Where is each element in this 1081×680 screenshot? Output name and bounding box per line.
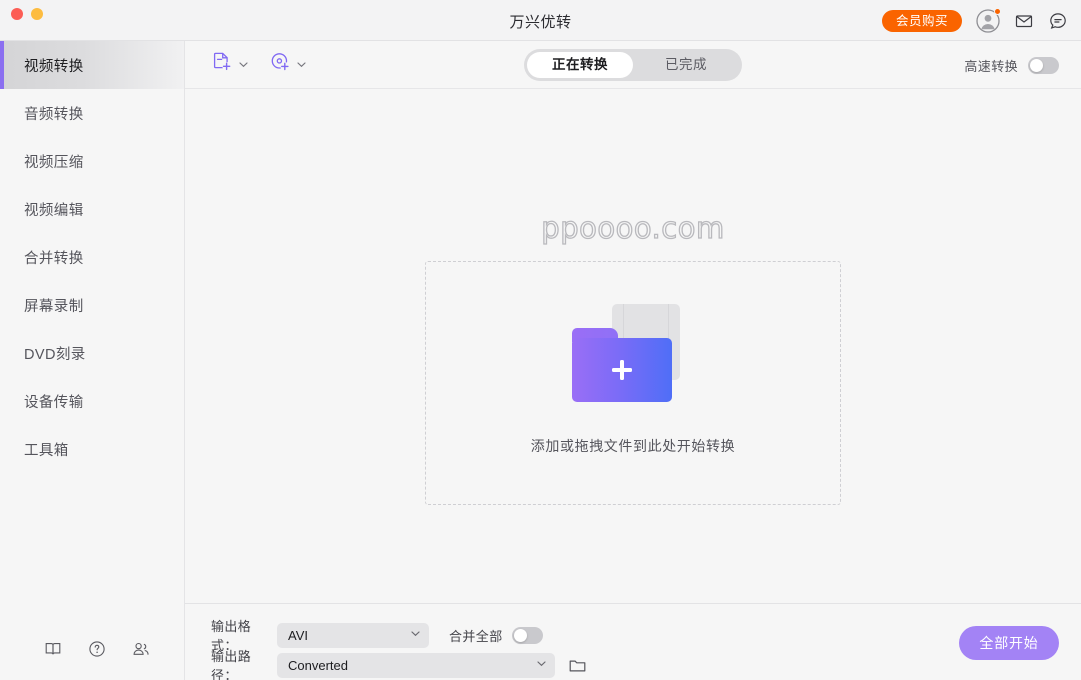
- buy-membership-button[interactable]: 会员购买: [881, 9, 962, 32]
- sidebar-item-label: 视频压缩: [24, 154, 84, 171]
- sidebar-item-video-convert[interactable]: 视频转换: [0, 41, 184, 89]
- notification-badge: [994, 7, 1001, 15]
- bottom-bar: 输出格式： AVI 合并全部 输出路径： Converted 全部开始: [185, 603, 1081, 680]
- file-dropzone[interactable]: 添加或拖拽文件到此处开始转换: [425, 261, 841, 505]
- sidebar-item-label: 合并转换: [24, 250, 84, 267]
- main-panel: 正在转换 已完成 高速转换 ppoooo.com 添加或拖拽文件到此处开始转换 …: [185, 41, 1081, 680]
- tab-converting[interactable]: 正在转换: [527, 52, 633, 78]
- add-disc-icon[interactable]: [269, 51, 291, 78]
- toolbar: 正在转换 已完成 高速转换: [185, 41, 1081, 89]
- highspeed-toggle[interactable]: [1028, 56, 1059, 74]
- output-path-row: 输出路径： Converted: [211, 646, 587, 680]
- sidebar-item-label: 音频转换: [24, 106, 84, 123]
- help-icon[interactable]: [88, 640, 106, 658]
- add-file-chevron-down-icon[interactable]: [238, 59, 249, 70]
- output-path-label: 输出路径：: [211, 649, 252, 680]
- output-format-select[interactable]: AVI: [277, 622, 429, 648]
- sidebar-footer: [0, 640, 184, 658]
- sidebar-item-device-transfer[interactable]: 设备传输: [0, 377, 184, 425]
- add-file-icon[interactable]: [211, 51, 233, 78]
- highspeed-control: 高速转换: [964, 41, 1059, 89]
- folder-shape: [572, 328, 672, 402]
- sidebar-item-label: 视频编辑: [24, 202, 84, 219]
- tab-completed[interactable]: 已完成: [633, 52, 739, 78]
- sidebar: 视频转换 音频转换 视频压缩 视频编辑 合并转换 屏幕录制 DVD刻录 设备传输: [0, 41, 185, 680]
- merge-all-toggle[interactable]: [511, 626, 543, 644]
- sidebar-item-label: 视频转换: [24, 58, 84, 75]
- conversion-tabs: 正在转换 已完成: [524, 49, 742, 81]
- user-avatar-icon[interactable]: [976, 7, 1001, 33]
- sidebar-item-label: 设备传输: [24, 394, 84, 411]
- add-disc-group[interactable]: [269, 51, 307, 78]
- sidebar-item-toolbox[interactable]: 工具箱: [0, 425, 184, 473]
- drop-canvas: ppoooo.com 添加或拖拽文件到此处开始转换: [185, 89, 1081, 594]
- add-disc-chevron-down-icon[interactable]: [296, 59, 307, 70]
- title-bar: 万兴优转 会员购买: [0, 0, 1081, 41]
- sidebar-item-label: DVD刻录: [24, 346, 86, 363]
- toggle-knob: [513, 628, 527, 642]
- output-format-value: AVI: [288, 627, 308, 643]
- sidebar-nav: 视频转换 音频转换 视频压缩 视频编辑 合并转换 屏幕录制 DVD刻录 设备传输: [0, 41, 184, 473]
- output-path-select[interactable]: Converted: [277, 652, 555, 678]
- sidebar-item-dvd-burn[interactable]: DVD刻录: [0, 329, 184, 377]
- add-file-group[interactable]: [211, 51, 249, 78]
- merge-all-label: 合并全部: [449, 628, 503, 644]
- dropzone-hint: 添加或拖拽文件到此处开始转换: [530, 438, 736, 454]
- add-folder-illustration: [572, 304, 694, 402]
- start-all-button[interactable]: 全部开始: [959, 626, 1059, 660]
- sidebar-item-label: 工具箱: [24, 442, 69, 459]
- sidebar-item-label: 屏幕录制: [24, 298, 84, 315]
- output-path-value: Converted: [288, 657, 348, 673]
- mail-icon[interactable]: [1014, 11, 1034, 31]
- open-folder-icon[interactable]: [568, 656, 587, 675]
- sidebar-item-merge-convert[interactable]: 合并转换: [0, 233, 184, 281]
- sidebar-item-video-compress[interactable]: 视频压缩: [0, 137, 184, 185]
- titlebar-actions: 会员购买: [881, 0, 1068, 41]
- app-window: 万兴优转 会员购买 视频转换 音频转换 视频压缩 视频编辑 合并转换 屏幕录制 …: [0, 0, 1081, 680]
- toggle-knob: [1030, 58, 1043, 72]
- chevron-down-icon: [536, 658, 547, 669]
- book-icon[interactable]: [44, 640, 62, 658]
- chevron-down-icon: [410, 628, 421, 639]
- highspeed-label: 高速转换: [964, 58, 1018, 74]
- sidebar-item-audio-convert[interactable]: 音频转换: [0, 89, 184, 137]
- plus-icon: [572, 338, 672, 402]
- watermark-text: ppoooo.com: [541, 210, 725, 245]
- sidebar-item-screen-record[interactable]: 屏幕录制: [0, 281, 184, 329]
- community-icon[interactable]: [132, 640, 150, 658]
- chat-support-icon[interactable]: [1048, 11, 1068, 31]
- sidebar-item-video-edit[interactable]: 视频编辑: [0, 185, 184, 233]
